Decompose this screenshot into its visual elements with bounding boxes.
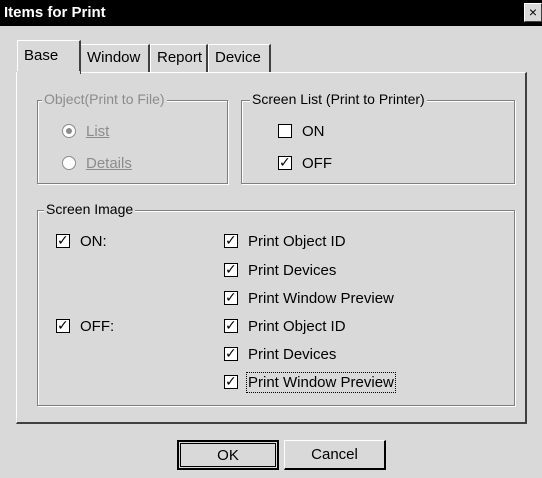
radio-details-label: Details <box>86 154 132 172</box>
check-mark-icon: ✓ <box>225 373 237 389</box>
off-print-devices-label: Print Devices <box>248 345 337 363</box>
check-mark-icon: ✓ <box>225 345 237 361</box>
radio-list-button[interactable] <box>62 124 76 138</box>
screen-image-on[interactable]: ✓ ON: <box>56 231 107 251</box>
radio-details[interactable]: Details <box>62 153 132 173</box>
tab-window[interactable]: Window <box>80 44 150 72</box>
window-title: Items for Print <box>4 4 106 21</box>
on-print-window-preview[interactable]: ✓ Print Window Preview <box>224 288 394 308</box>
title-bar[interactable]: Items for Print × <box>0 0 542 26</box>
radio-list[interactable]: List <box>62 121 109 141</box>
screen-list-on-label: ON <box>302 122 325 140</box>
items-for-print-dialog: Items for Print × Base Window Report Dev… <box>0 0 542 478</box>
ok-button[interactable]: OK <box>177 440 279 470</box>
close-icon[interactable]: × <box>524 3 542 22</box>
on-print-devices-label: Print Devices <box>248 261 337 279</box>
radio-details-button[interactable] <box>62 156 76 170</box>
on-print-object-id-label: Print Object ID <box>248 232 346 250</box>
radio-list-label: List <box>86 122 110 140</box>
screen-image-group-label: Screen Image <box>44 201 136 217</box>
check-mark-icon: ✓ <box>225 289 237 305</box>
on-print-devices-checkbox[interactable]: ✓ <box>224 261 238 277</box>
screen-list-off-checkbox[interactable]: ✓ <box>278 154 292 170</box>
screen-list-group-label: Screen List (Print to Printer) <box>250 91 427 107</box>
screen-list-off[interactable]: ✓ OFF <box>278 153 332 173</box>
on-print-window-preview-label: Print Window Preview <box>248 289 394 307</box>
off-print-devices[interactable]: ✓ Print Devices <box>224 344 336 364</box>
off-print-window-preview[interactable]: ✓ Print Window Preview <box>224 371 396 393</box>
screen-image-on-label: ON: <box>80 232 107 250</box>
object-print-to-file-group: Object(Print to File) List Details <box>37 91 228 184</box>
tab-base[interactable]: Base <box>17 40 81 74</box>
check-mark-icon: ✓ <box>57 232 69 248</box>
tab-window-label: Window <box>87 49 141 66</box>
tab-base-label: Base <box>24 47 59 64</box>
tab-device-label: Device <box>215 49 261 66</box>
cancel-button[interactable]: Cancel <box>284 440 386 470</box>
check-mark-icon: ✓ <box>225 232 237 248</box>
screen-image-off-label: OFF: <box>80 317 115 335</box>
object-group-label: Object(Print to File) <box>42 91 167 107</box>
off-print-window-preview-checkbox[interactable]: ✓ <box>224 373 238 389</box>
screen-image-off[interactable]: ✓ OFF: <box>56 316 114 336</box>
off-print-window-preview-label: Print Window Preview <box>246 371 396 393</box>
check-mark-icon: ✓ <box>225 317 237 333</box>
active-tab-joint <box>17 71 80 74</box>
screen-image-off-checkbox[interactable]: ✓ <box>56 317 70 333</box>
check-mark-icon: ✓ <box>57 317 69 333</box>
on-print-window-preview-checkbox[interactable]: ✓ <box>224 289 238 305</box>
on-print-object-id-checkbox[interactable]: ✓ <box>224 232 238 248</box>
tab-report-label: Report <box>157 49 203 66</box>
check-mark-icon: ✓ <box>279 154 291 170</box>
screen-list-off-label: OFF <box>302 154 332 172</box>
off-print-devices-checkbox[interactable]: ✓ <box>224 345 238 361</box>
tab-report[interactable]: Report <box>150 44 208 72</box>
tab-device[interactable]: Device <box>208 44 271 72</box>
off-print-object-id[interactable]: ✓ Print Object ID <box>224 316 346 336</box>
screen-image-on-checkbox[interactable]: ✓ <box>56 232 70 248</box>
off-print-object-id-label: Print Object ID <box>248 317 346 335</box>
screen-list-group: Screen List (Print to Printer) ON ✓ OFF <box>241 91 515 184</box>
on-print-devices[interactable]: ✓ Print Devices <box>224 260 336 280</box>
screen-list-on-checkbox[interactable] <box>278 124 292 138</box>
off-print-object-id-checkbox[interactable]: ✓ <box>224 317 238 333</box>
on-print-object-id[interactable]: ✓ Print Object ID <box>224 231 346 251</box>
check-mark-icon: ✓ <box>225 261 237 277</box>
screen-image-group: Screen Image ✓ ON: ✓ Print Object ID ✓ P… <box>37 201 515 406</box>
screen-list-on[interactable]: ON <box>278 121 325 141</box>
